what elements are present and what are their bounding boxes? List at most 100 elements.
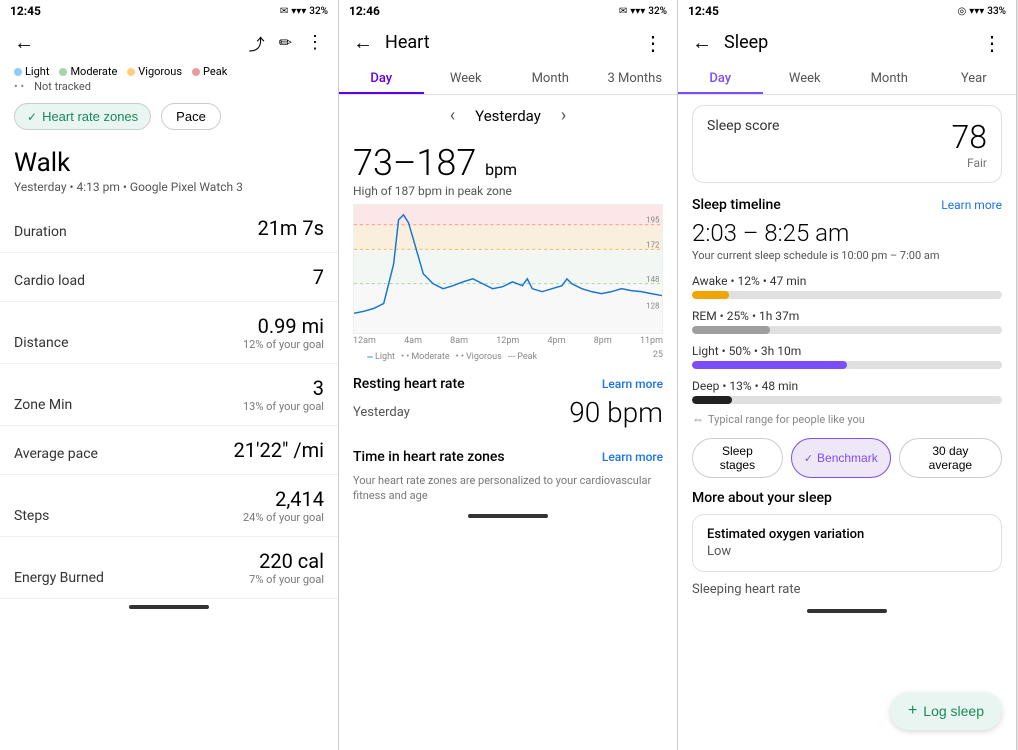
time-1: 12:45 — [10, 4, 41, 18]
zone-peak: --- Peak — [508, 352, 537, 362]
tab-sleep-week[interactable]: Week — [763, 63, 848, 94]
sleep-bar-rem: REM • 25% • 1h 37m — [678, 305, 1016, 340]
time-2: 12:46 — [349, 4, 380, 18]
filter-benchmark-label: Benchmark — [817, 451, 878, 465]
sleep-more-icon[interactable]: ⋮ — [982, 31, 1002, 55]
heart-more-icon[interactable]: ⋮ — [643, 31, 663, 55]
rem-label: REM • 25% • 1h 37m — [692, 309, 1002, 323]
heart-rate-zones-button[interactable]: ✓ Heart rate zones — [14, 103, 151, 130]
prev-date-icon[interactable]: ‹ — [450, 105, 455, 126]
pace-label: Average pace — [14, 446, 98, 462]
heart-back-icon[interactable]: ← — [353, 30, 373, 55]
tab-sleep-day[interactable]: Day — [678, 63, 763, 94]
status-bar-3: 12:45 ◎ ▾▾▾ 33% — [678, 0, 1016, 22]
zone-vigorous: • • Vigorous — [456, 352, 502, 362]
more-icon[interactable]: ⋮ — [306, 32, 324, 53]
sleep-score-fair: Fair — [952, 156, 988, 170]
zone-labels: Light • • Moderate • • Vigorous --- Peak — [353, 350, 551, 364]
steps-value: 2,414 — [243, 487, 324, 511]
steps-label: Steps — [14, 508, 49, 524]
stat-pace: Average pace 21'22" /mi — [0, 426, 338, 475]
peak-dot — [192, 68, 200, 76]
signal-icon: ▾▾▾ — [291, 6, 306, 17]
date-nav: ‹ Yesterday › — [339, 95, 677, 136]
heart-high-label: High of 187 bpm in peak zone — [339, 184, 677, 204]
sleep-score-right: 78 Fair — [952, 118, 988, 170]
battery-icon: 32% — [309, 6, 328, 17]
edit-icon[interactable]: ✏ — [279, 33, 292, 52]
filter-sleep-stages[interactable]: Sleep stages — [692, 438, 783, 478]
zone-min-value: 3 — [243, 376, 324, 400]
pace-button[interactable]: Pace — [161, 103, 221, 130]
chart-x-labels: 12am 4am 8am 12pm 4pm 8pm 11pm — [339, 334, 677, 348]
tab-heart-3months[interactable]: 3 Months — [593, 63, 678, 94]
heart-top-bar: ← Heart ⋮ — [339, 22, 677, 63]
battery-icon-2: 32% — [648, 6, 667, 17]
walk-action-icons: ⤴ ✏ ⋮ — [249, 31, 324, 55]
zones-time-header: Time in heart rate zones Learn more — [339, 439, 677, 469]
share-icon[interactable]: ⤴ — [249, 31, 265, 55]
stat-steps: Steps 2,414 24% of your goal — [0, 475, 338, 537]
energy-sub: 7% of your goal — [249, 573, 324, 586]
resting-learn-more[interactable]: Learn more — [602, 377, 663, 391]
timeline-label: Sleep timeline — [692, 197, 781, 213]
log-sleep-button[interactable]: + Log sleep — [890, 692, 1002, 730]
signal-icon-3: ▾▾▾ — [969, 6, 984, 17]
x-11pm: 11pm — [640, 336, 663, 346]
deep-fill — [692, 396, 732, 404]
location-icon: ◎ — [957, 6, 966, 17]
dot-dot: • • — [14, 80, 24, 93]
awake-fill — [692, 291, 729, 299]
tab-heart-week[interactable]: Week — [424, 63, 509, 94]
filter-30day[interactable]: 30 day average — [899, 438, 1002, 478]
status-bar-1: 12:45 ✉ ▾▾▾ 32% — [0, 0, 338, 22]
sleep-tabs: Day Week Month Year — [678, 63, 1016, 95]
timeline-learn-more[interactable]: Learn more — [941, 198, 1002, 212]
svg-text:128: 128 — [646, 301, 659, 310]
battery-icon-3: 33% — [987, 6, 1006, 17]
not-tracked-row: • • Not tracked — [0, 80, 338, 95]
x-8pm: 8pm — [594, 336, 612, 346]
walk-stats: Duration 21m 7s Cardio load 7 Distance 0… — [0, 204, 338, 599]
distance-value: 0.99 mi — [243, 314, 324, 338]
zone-min-sub: 13% of your goal — [243, 400, 324, 413]
x-12am: 12am — [353, 336, 376, 346]
distance-label: Distance — [14, 335, 69, 351]
chart-bottom-row: Light • • Moderate • • Vigorous --- Peak… — [339, 348, 677, 366]
tab-sleep-month[interactable]: Month — [847, 63, 932, 94]
status-bar-2: 12:46 ✉ ▾▾▾ 32% — [339, 0, 677, 22]
energy-value: 220 cal — [249, 549, 324, 573]
next-date-icon[interactable]: › — [561, 105, 566, 126]
not-tracked-label: Not tracked — [34, 80, 91, 93]
sleep-time-range: 2:03 – 8:25 am — [678, 217, 1016, 249]
awake-track — [692, 291, 1002, 299]
zones-learn-more[interactable]: Learn more — [602, 450, 663, 464]
duration-value: 21m 7s — [257, 216, 324, 240]
light-label: Light — [25, 65, 49, 78]
filter-stages-label: Sleep stages — [705, 444, 770, 472]
filter-benchmark[interactable]: ✓ Benchmark — [791, 438, 891, 478]
tab-heart-month[interactable]: Month — [508, 63, 593, 94]
sleep-filters: Sleep stages ✓ Benchmark 30 day average — [678, 432, 1016, 484]
log-sleep-label: Log sleep — [923, 703, 984, 719]
typical-label: Typical range for people like you — [708, 413, 865, 426]
sleep-back-icon[interactable]: ← — [692, 30, 712, 55]
zones-row: ✓ Heart rate zones Pace — [0, 95, 338, 138]
more-sleep-label: More about your sleep — [678, 484, 1016, 510]
rem-fill — [692, 326, 770, 334]
heart-chart-svg: 195 172 148 128 — [354, 205, 662, 333]
tab-heart-day[interactable]: Day — [339, 63, 424, 94]
sleep-nav: ← Sleep — [692, 30, 768, 55]
stat-cardio: Cardio load 7 — [0, 253, 338, 302]
sleep-detail-card: Estimated oxygen variation Low — [692, 514, 1002, 572]
stat-duration: Duration 21m 7s — [0, 204, 338, 253]
detail-card-value: Low — [707, 544, 987, 559]
walk-panel: 12:45 ✉ ▾▾▾ 32% ← ⤴ ✏ ⋮ Light Moderate V… — [0, 0, 339, 750]
back-icon[interactable]: ← — [14, 30, 34, 55]
moderate-label: Moderate — [70, 65, 117, 78]
tab-sleep-year[interactable]: Year — [932, 63, 1017, 94]
timeline-header: Sleep timeline Learn more — [678, 193, 1016, 217]
mail-icon: ✉ — [280, 6, 288, 17]
light-track — [692, 361, 1002, 369]
zones-note: Your heart rate zones are personalized t… — [339, 469, 677, 508]
